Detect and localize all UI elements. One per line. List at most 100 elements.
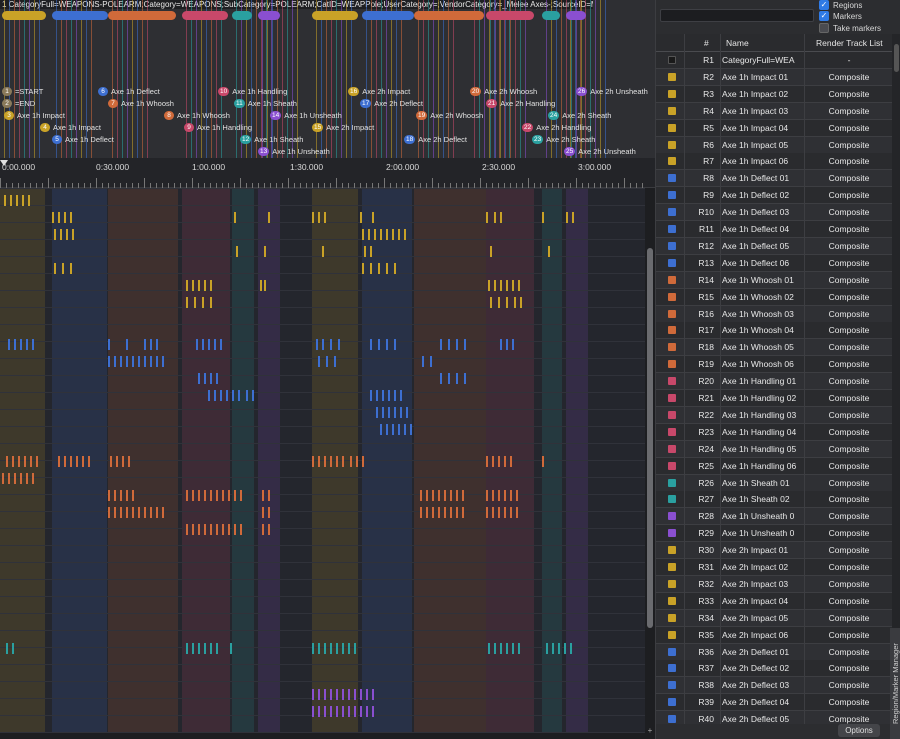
media-item[interactable]	[156, 356, 158, 367]
media-item[interactable]	[214, 390, 216, 401]
media-item[interactable]	[494, 212, 496, 223]
media-item[interactable]	[66, 229, 68, 240]
media-item[interactable]	[504, 490, 506, 501]
media-item[interactable]	[318, 212, 320, 223]
media-item[interactable]	[432, 490, 434, 501]
media-item[interactable]	[16, 195, 18, 206]
marker-label[interactable]: 2 =END	[2, 98, 35, 109]
media-item[interactable]	[228, 490, 230, 501]
media-item[interactable]	[36, 456, 38, 467]
region-name[interactable]: Axe 1h Handling 04	[722, 427, 804, 437]
media-item[interactable]	[132, 356, 134, 367]
media-item[interactable]	[506, 297, 508, 308]
media-item[interactable]	[488, 643, 490, 654]
media-item[interactable]	[186, 490, 188, 501]
region-row[interactable]: R36 Axe 2h Deflect 01 Composite	[656, 643, 892, 661]
col-render-header[interactable]: Render Track List	[816, 38, 883, 48]
media-item[interactable]	[548, 246, 550, 257]
region-color-swatch[interactable]	[668, 563, 676, 571]
region-color-swatch[interactable]	[668, 208, 676, 217]
media-item[interactable]	[394, 390, 396, 401]
region-color-swatch[interactable]	[668, 140, 676, 149]
region-row[interactable]: R15 Axe 1h Whoosh 02 Composite	[656, 288, 892, 306]
media-item[interactable]	[492, 490, 494, 501]
media-item[interactable]	[316, 339, 318, 350]
region-color-swatch[interactable]	[668, 630, 676, 639]
region-row[interactable]: R6 Axe 1h Impact 05 Composite	[656, 136, 892, 154]
media-item[interactable]	[222, 490, 224, 501]
region-row[interactable]: R21 Axe 1h Handling 02 Composite	[656, 390, 892, 407]
media-item[interactable]	[26, 473, 28, 484]
marker-pill[interactable]	[414, 11, 484, 20]
media-item[interactable]	[312, 706, 314, 717]
media-item[interactable]	[192, 524, 194, 535]
media-item[interactable]	[506, 280, 508, 291]
vertical-scrollbar[interactable]	[645, 188, 655, 733]
render-track[interactable]: Composite	[806, 393, 892, 403]
region-color-swatch[interactable]	[668, 89, 676, 98]
media-item[interactable]	[52, 212, 54, 223]
marker-pill[interactable]	[486, 11, 534, 20]
region-name[interactable]: Axe 2h Impact 01	[722, 545, 804, 555]
region-name[interactable]: Axe 1h Sheath 02	[722, 494, 804, 504]
media-item[interactable]	[198, 373, 200, 384]
media-item[interactable]	[388, 390, 390, 401]
marker-pill[interactable]	[258, 11, 280, 20]
media-item[interactable]	[336, 643, 338, 654]
render-track[interactable]: Composite	[806, 173, 892, 183]
media-item[interactable]	[240, 490, 242, 501]
media-item[interactable]	[370, 263, 372, 274]
column-divider[interactable]	[720, 34, 721, 724]
region-color-swatch[interactable]	[668, 715, 676, 724]
media-item[interactable]	[374, 229, 376, 240]
region-name[interactable]: Axe 1h Deflect 05	[722, 241, 804, 251]
media-item[interactable]	[566, 212, 568, 223]
media-item[interactable]	[404, 229, 406, 240]
region-name[interactable]: Axe 1h Deflect 04	[722, 224, 804, 234]
region-row[interactable]: R16 Axe 1h Whoosh 03 Composite	[656, 305, 892, 323]
render-track[interactable]: Composite	[806, 376, 892, 386]
region-name[interactable]: Axe 1h Handling 02	[722, 393, 804, 403]
media-item[interactable]	[132, 490, 134, 501]
region-color-swatch[interactable]	[668, 123, 676, 132]
render-track[interactable]: Composite	[806, 680, 892, 690]
region-row[interactable]: R35 Axe 2h Impact 06 Composite	[656, 626, 892, 644]
region-name[interactable]: Axe 1h Unsheath 0	[722, 511, 804, 521]
media-item[interactable]	[512, 280, 514, 291]
playhead-icon[interactable]	[0, 160, 8, 166]
media-item[interactable]	[26, 339, 28, 350]
media-item[interactable]	[268, 524, 270, 535]
media-item[interactable]	[462, 507, 464, 518]
media-item[interactable]	[318, 706, 320, 717]
media-item[interactable]	[312, 643, 314, 654]
render-track[interactable]: Composite	[806, 309, 892, 319]
render-track[interactable]: Composite	[806, 478, 892, 488]
media-item[interactable]	[202, 297, 204, 308]
media-item[interactable]	[216, 524, 218, 535]
region-row[interactable]: R31 Axe 2h Impact 02 Composite	[656, 559, 892, 576]
markers-checkbox[interactable]: ✓	[819, 11, 829, 21]
media-item[interactable]	[246, 390, 248, 401]
media-item[interactable]	[512, 643, 514, 654]
media-item[interactable]	[404, 424, 406, 435]
media-item[interactable]	[32, 339, 34, 350]
media-item[interactable]	[192, 280, 194, 291]
track-area[interactable]	[0, 188, 645, 733]
region-row[interactable]: R3 Axe 1h Impact 02 Composite	[656, 85, 892, 103]
render-track[interactable]: Composite	[806, 613, 892, 623]
media-item[interactable]	[444, 490, 446, 501]
marker-label[interactable]: 3 Axe 1h Impact	[4, 110, 65, 121]
marker-label[interactable]: 15 Axe 2h Impact	[312, 122, 374, 133]
media-item[interactable]	[464, 339, 466, 350]
media-item[interactable]	[450, 490, 452, 501]
media-item[interactable]	[208, 339, 210, 350]
media-item[interactable]	[70, 212, 72, 223]
media-item[interactable]	[114, 356, 116, 367]
media-item[interactable]	[264, 246, 266, 257]
marker-label[interactable]: 1 =START	[2, 86, 43, 97]
region-name[interactable]: Axe 1h Whoosh 05	[722, 342, 804, 352]
media-item[interactable]	[76, 456, 78, 467]
media-item[interactable]	[388, 407, 390, 418]
media-item[interactable]	[338, 339, 340, 350]
region-color-swatch[interactable]	[668, 546, 676, 555]
